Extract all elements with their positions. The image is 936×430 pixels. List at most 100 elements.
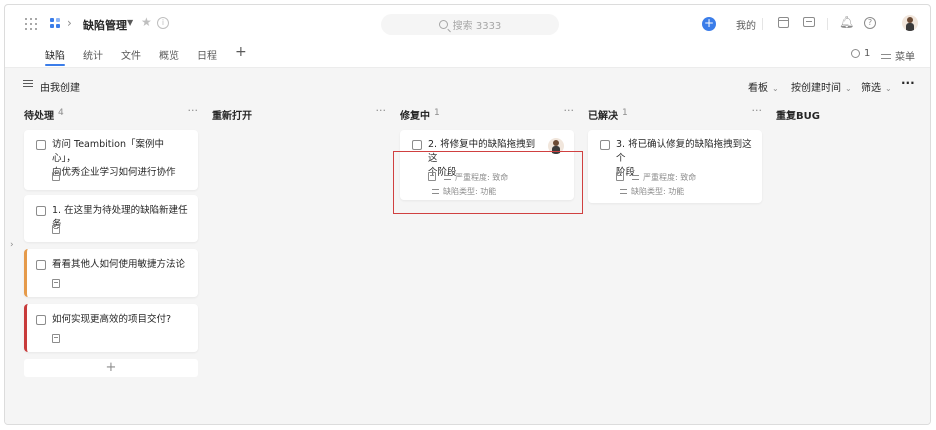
calendar-icon[interactable]	[778, 17, 789, 28]
tab-overview[interactable]: 概览	[159, 47, 179, 62]
column-resolved: 已解决 1 ···	[588, 100, 762, 124]
tab-defects[interactable]: 缺陷	[45, 47, 65, 62]
divider	[827, 18, 828, 30]
active-tab-indicator	[45, 64, 65, 66]
chevron-down-icon: ⌄	[772, 84, 779, 93]
add-card-button[interactable]: +	[24, 359, 198, 377]
chevron-down-icon: ⌄	[885, 84, 892, 93]
card-title: 访问 Teambition「案例中心」， 向优秀企业学习如何进行协作	[52, 138, 182, 180]
divider	[762, 18, 763, 30]
doc-icon	[52, 279, 60, 288]
sort-label: 按创建时间	[791, 83, 841, 94]
search-placeholder: 搜索 3333	[452, 21, 502, 32]
checkbox-icon[interactable]	[36, 315, 46, 325]
filter-label[interactable]: 由我创建	[40, 79, 80, 94]
message-icon[interactable]	[803, 17, 815, 27]
card-title: 如何实现更高效的项目交付?	[52, 314, 172, 325]
mine-button[interactable]: 我的	[736, 17, 756, 32]
column-header: 修复中 1 ···	[400, 100, 574, 124]
task-card[interactable]: 如何实现更高效的项目交付?	[24, 304, 198, 352]
column-fixing: 修复中 1 ···	[400, 100, 574, 124]
checkbox-icon[interactable]	[36, 140, 46, 150]
plus-circle-icon[interactable]: +	[702, 17, 716, 31]
user-icon	[851, 49, 860, 58]
view-select[interactable]: 看板 ⌄	[748, 79, 779, 94]
column-title: 待处理	[24, 111, 54, 122]
filter-btn-label: 筛选	[861, 83, 881, 94]
checkbox-icon[interactable]	[600, 140, 610, 150]
tab-schedule[interactable]: 日程	[197, 47, 217, 62]
chevron-down-icon: ⌄	[845, 84, 852, 93]
card-title: 看看其他人如何使用敏捷方法论	[52, 259, 186, 270]
column-header: 待处理 4 ···	[24, 100, 198, 124]
avatar[interactable]	[902, 15, 918, 31]
list-icon	[632, 174, 639, 181]
severity-field: 严重程度: 致命	[632, 172, 696, 183]
filter-bar: 由我创建 看板 ⌄ 按创建时间 ⌄ 筛选 ⌄ ···	[5, 68, 930, 100]
card-title-line: 3. 将已确认修复的缺陷拖拽到这个	[616, 139, 752, 164]
doc-icon	[52, 172, 60, 181]
column-more-button[interactable]: ···	[188, 104, 199, 117]
bell-icon[interactable]: 🔔︎	[839, 15, 854, 29]
task-card[interactable]: 访问 Teambition「案例中心」， 向优秀企业学习如何进行协作	[24, 130, 198, 190]
column-header: 重新打开 ···	[212, 100, 386, 124]
app-icon	[50, 18, 61, 29]
column-todo: 待处理 4 ···	[24, 100, 198, 124]
caret-down-icon[interactable]: ▼	[127, 18, 133, 27]
info-icon[interactable]: i	[157, 17, 169, 29]
search-input[interactable]: 搜索 3333	[381, 14, 559, 35]
card-title-line: 访问 Teambition「案例中心」，	[52, 139, 164, 164]
doc-icon	[616, 172, 624, 181]
card-title-line: 向优秀企业学习如何进行协作	[52, 167, 176, 178]
column-header: 已解决 1 ···	[588, 100, 762, 124]
tab-stats[interactable]: 统计	[83, 47, 103, 62]
project-title[interactable]: 缺陷管理	[83, 17, 127, 33]
apps-grid-icon[interactable]	[25, 18, 37, 30]
column-duplicate: 重复BUG	[776, 100, 930, 124]
column-count: 1	[434, 108, 440, 118]
chevron-right-icon: ›	[67, 16, 72, 30]
menu-icon	[881, 52, 891, 60]
sort-select[interactable]: 按创建时间 ⌄	[791, 79, 852, 94]
column-title: 重复BUG	[776, 111, 820, 122]
column-title: 修复中	[400, 111, 430, 122]
doc-icon	[52, 334, 60, 343]
defect-type-field: 缺陷类型: 功能	[620, 186, 684, 197]
column-more-button[interactable]: ···	[564, 104, 575, 117]
column-title: 已解决	[588, 111, 618, 122]
more-options-button[interactable]: ···	[901, 76, 915, 90]
checkbox-icon[interactable]	[412, 140, 422, 150]
column-reopened: 重新打开 ···	[212, 100, 386, 124]
column-more-button[interactable]: ···	[752, 104, 763, 117]
column-more-button[interactable]: ···	[376, 104, 387, 117]
task-card[interactable]: 看看其他人如何使用敏捷方法论	[24, 249, 198, 297]
task-card[interactable]: 3. 将已确认修复的缺陷拖拽到这个 阶段 严重程度: 致命 缺陷类型: 功能	[588, 130, 762, 203]
column-count: 1	[622, 108, 628, 118]
top-bar: › 缺陷管理 ▼ ★ i 搜索 3333 + 我的 🔔︎ ?	[5, 5, 930, 43]
task-card[interactable]: 1. 在这里为待处理的缺陷新建任务	[24, 195, 198, 242]
checkbox-icon[interactable]	[36, 260, 46, 270]
star-icon[interactable]: ★	[141, 15, 152, 29]
member-count: 1	[864, 48, 871, 59]
add-tab-button[interactable]: +	[235, 44, 247, 60]
checkbox-icon[interactable]	[36, 206, 46, 216]
app-window: › 缺陷管理 ▼ ★ i 搜索 3333 + 我的 🔔︎ ? 缺陷 统计 文件 …	[4, 4, 931, 425]
column-header: 重复BUG	[776, 100, 930, 124]
doc-icon	[52, 225, 60, 234]
tab-files[interactable]: 文件	[121, 47, 141, 62]
list-icon	[620, 188, 627, 195]
list-icon[interactable]	[23, 80, 33, 88]
defect-type-value: 缺陷类型: 功能	[631, 187, 685, 196]
tab-bar: 缺陷 统计 文件 概览 日程 + 1 菜单	[5, 43, 930, 68]
search-icon	[438, 20, 448, 29]
severity-value: 严重程度: 致命	[643, 173, 697, 182]
menu-label: 菜单	[895, 52, 915, 63]
filter-select[interactable]: 筛选 ⌄	[861, 79, 892, 94]
column-count: 4	[58, 108, 64, 118]
highlight-box	[393, 151, 583, 214]
menu-button[interactable]: 菜单	[881, 48, 915, 63]
sidebar-toggle-icon[interactable]: ›	[10, 240, 14, 250]
members-button[interactable]: 1	[851, 48, 870, 59]
help-icon[interactable]: ?	[864, 17, 876, 29]
view-label: 看板	[748, 83, 768, 94]
